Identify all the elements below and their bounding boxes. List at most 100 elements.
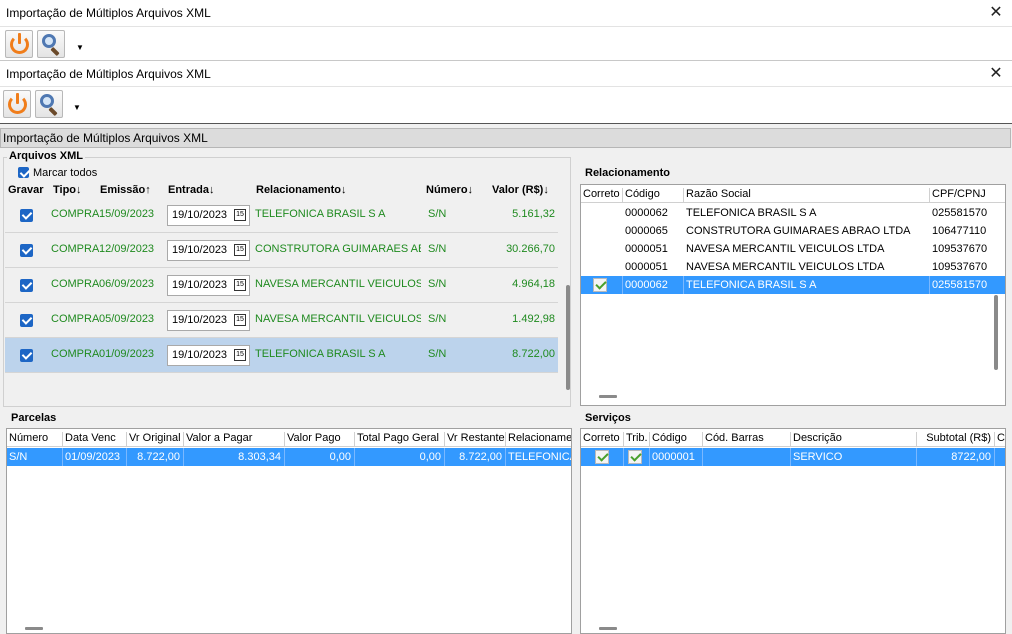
outer-close-icon[interactable]: ✕: [986, 3, 1006, 23]
rel-col-cpf[interactable]: CPF/CPNJ: [930, 188, 1005, 203]
serv-col-correto[interactable]: Correto: [581, 432, 624, 447]
col-entrada[interactable]: Entrada↓: [168, 184, 214, 196]
entrada-date-input[interactable]: 19/10/2023 15: [167, 310, 250, 331]
arquivo-numero: S/N: [428, 278, 447, 290]
arquivo-row[interactable]: COMPRA 15/09/2023 19/10/2023 15 TELEFONICA B…: [5, 198, 558, 233]
entrada-value: 19/10/2023: [172, 244, 228, 256]
gravar-checkbox[interactable]: [20, 209, 33, 222]
servicos-row[interactable]: 0000001 SERVICO 8722,00: [581, 448, 1005, 466]
servicos-header: Correto Trib. Código Cód. Barras Descriç…: [581, 429, 1005, 447]
relacionamento-row[interactable]: 0000051 NAVESA MERCANTIL VEICULOS LTDA 109…: [581, 258, 1005, 276]
entrada-date-input[interactable]: 19/10/2023 15: [167, 345, 250, 366]
serv-col-c[interactable]: C: [995, 432, 1005, 447]
calendar-icon[interactable]: 15: [234, 244, 246, 256]
serv-col-descricao[interactable]: Descrição: [791, 432, 917, 447]
rel-col-codigo[interactable]: Código: [623, 188, 684, 203]
col-numero[interactable]: Número↓: [426, 184, 473, 196]
relacionamento-row[interactable]: 0000062 TELEFONICA BRASIL S A 025581570: [581, 276, 1005, 294]
arquivo-valor: 8.722,00: [512, 348, 555, 360]
col-valor[interactable]: Valor (R$)↓: [492, 184, 549, 196]
gravar-checkbox[interactable]: [20, 279, 33, 292]
rel-razao: TELEFONICA BRASIL S A: [684, 276, 930, 294]
inner-power-button[interactable]: [3, 90, 31, 118]
inner-search-button[interactable]: [35, 90, 63, 118]
arquivos-scrollbar[interactable]: [566, 285, 570, 390]
parcelas-group-label: Parcelas: [9, 412, 59, 424]
parcelas-hscrollbar[interactable]: [25, 627, 43, 630]
outer-search-button[interactable]: [37, 30, 65, 58]
serv-col-trib[interactable]: Trib.: [624, 432, 650, 447]
col-tipo[interactable]: Tipo↓: [53, 184, 82, 196]
col-relacionamento[interactable]: Relacionamento↓: [256, 184, 346, 196]
arquivo-row[interactable]: COMPRA 01/09/2023 19/10/2023 15 TELEFONICA B…: [5, 338, 558, 373]
arquivo-relacionamento: NAVESA MERCANTIL VEICULOS LTI: [255, 278, 421, 290]
calendar-icon[interactable]: 15: [234, 349, 246, 361]
parcelas-header: Número Data Venc Vr Original Valor a Pag…: [7, 429, 571, 447]
inner-dropdown-icon[interactable]: ▼: [73, 103, 81, 112]
parc-vr-original: 8.722,00: [127, 448, 184, 466]
relacionamento-hscrollbar[interactable]: [599, 395, 617, 398]
parcelas-grid: Número Data Venc Vr Original Valor a Pag…: [6, 428, 572, 634]
arquivo-row[interactable]: COMPRA 05/09/2023 19/10/2023 15 NAVESA MERCA…: [5, 303, 558, 338]
arquivo-emissao: 15/09/2023: [99, 208, 155, 220]
arquivo-row[interactable]: COMPRA 12/09/2023 19/10/2023 15 CONSTRUTORA …: [5, 233, 558, 268]
parc-col-numero[interactable]: Número: [7, 432, 63, 447]
relacionamento-row[interactable]: 0000051 NAVESA MERCANTIL VEICULOS LTDA 109…: [581, 240, 1005, 258]
parc-total-pago: 0,00: [355, 448, 445, 466]
servicos-hscrollbar[interactable]: [599, 627, 617, 630]
arquivo-row[interactable]: COMPRA 06/09/2023 19/10/2023 15 NAVESA MERCA…: [5, 268, 558, 303]
relacionamento-row[interactable]: 0000062 TELEFONICA BRASIL S A 025581570: [581, 204, 1005, 222]
rel-razao: NAVESA MERCANTIL VEICULOS LTDA: [686, 243, 885, 255]
serv-c: [995, 448, 1005, 466]
relacionamento-row[interactable]: 0000065 CONSTRUTORA GUIMARAES ABRAO LTDA 1…: [581, 222, 1005, 240]
serv-col-cod-barras[interactable]: Cód. Barras: [703, 432, 791, 447]
parc-col-relacionamento[interactable]: Relacionamer: [506, 432, 571, 447]
entrada-value: 19/10/2023: [172, 349, 228, 361]
parc-col-valor-pagar[interactable]: Valor a Pagar: [184, 432, 285, 447]
mark-all-checkbox[interactable]: [18, 167, 29, 178]
inner-close-icon[interactable]: ✕: [986, 64, 1006, 84]
parc-col-total-pago[interactable]: Total Pago Geral: [355, 432, 445, 447]
calendar-icon[interactable]: 15: [234, 209, 246, 221]
serv-descricao: SERVICO: [791, 448, 917, 466]
gravar-checkbox[interactable]: [20, 349, 33, 362]
check-icon[interactable]: [595, 450, 609, 464]
parc-col-vr-original[interactable]: Vr Original: [127, 432, 184, 447]
relacionamento-scrollbar[interactable]: [994, 295, 998, 370]
serv-col-subtotal[interactable]: Subtotal (R$): [917, 432, 995, 447]
arquivo-tipo: COMPRA: [51, 313, 100, 325]
entrada-date-input[interactable]: 19/10/2023 15: [167, 240, 250, 261]
gravar-checkbox[interactable]: [20, 314, 33, 327]
arquivo-numero: S/N: [428, 348, 447, 360]
parc-valor-pagar: 8.303,34: [184, 448, 285, 466]
check-icon[interactable]: [593, 278, 607, 292]
check-icon[interactable]: [628, 450, 642, 464]
gravar-checkbox[interactable]: [20, 244, 33, 257]
parcelas-row[interactable]: S/N 01/09/2023 8.722,00 8.303,34 0,00 0,…: [7, 448, 571, 466]
relacionamento-group-label: Relacionamento: [583, 167, 672, 179]
entrada-date-input[interactable]: 19/10/2023 15: [167, 275, 250, 296]
parc-data-venc: 01/09/2023: [63, 448, 127, 466]
rel-col-correto[interactable]: Correto: [581, 188, 623, 203]
parc-col-vr-restante[interactable]: Vr Restante: [445, 432, 506, 447]
parc-col-data-venc[interactable]: Data Venc: [63, 432, 127, 447]
entrada-date-input[interactable]: 19/10/2023 15: [167, 205, 250, 226]
servicos-grid: Correto Trib. Código Cód. Barras Descriç…: [580, 428, 1006, 634]
outer-power-button[interactable]: [5, 30, 33, 58]
rel-cpf: 025581570: [932, 279, 988, 291]
rel-col-razao[interactable]: Razão Social: [684, 188, 930, 203]
arquivo-tipo: COMPRA: [51, 208, 100, 220]
arquivo-valor: 4.964,18: [512, 278, 555, 290]
serv-col-codigo[interactable]: Código: [650, 432, 703, 447]
calendar-icon[interactable]: 15: [234, 279, 246, 291]
arquivo-emissao: 05/09/2023: [99, 313, 155, 325]
col-emissao[interactable]: Emissão↑: [100, 184, 151, 196]
calendar-icon[interactable]: 15: [234, 314, 246, 326]
rel-cpf: 109537670: [932, 243, 988, 255]
outer-window-title: Importação de Múltiplos Arquivos XML: [6, 6, 211, 20]
outer-dropdown-icon[interactable]: ▼: [76, 43, 84, 52]
parc-col-valor-pago[interactable]: Valor Pago: [285, 432, 355, 447]
serv-correto-cell: [581, 448, 624, 466]
arquivos-group-label: Arquivos XML: [7, 150, 85, 162]
arquivo-numero: S/N: [428, 208, 447, 220]
